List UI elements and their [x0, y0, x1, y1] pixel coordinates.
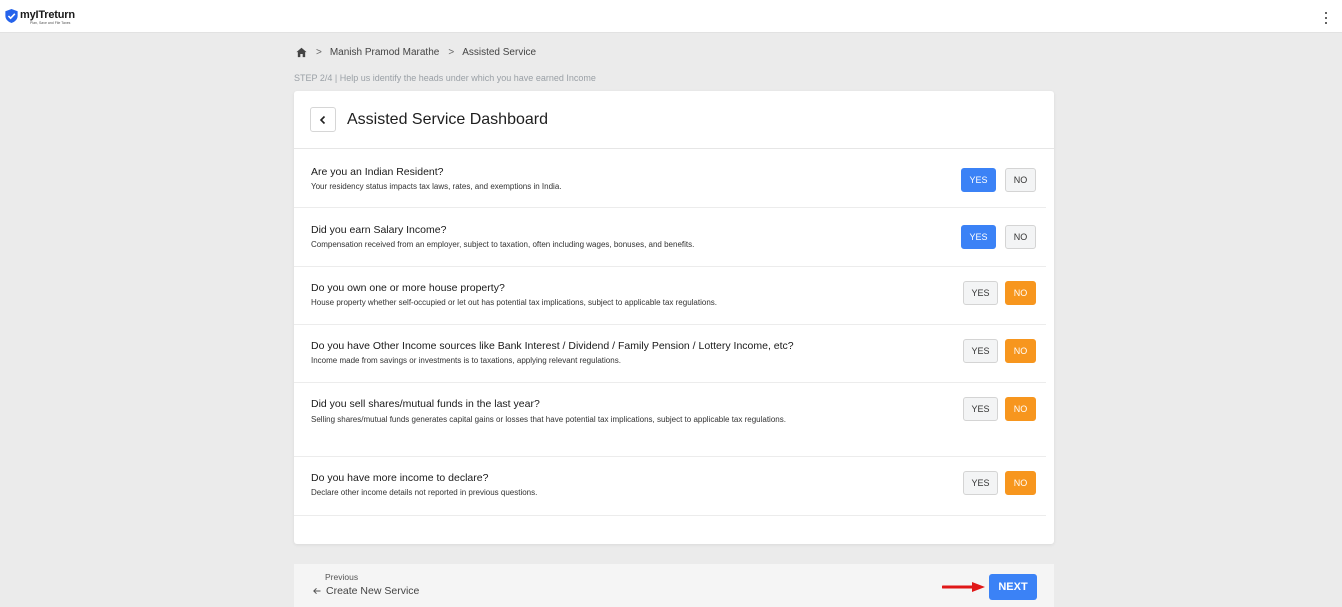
next-button[interactable]: NEXT [989, 574, 1037, 600]
question-title: Do you own one or more house property? [311, 282, 505, 294]
question-row-shares: Did you sell shares/mutual funds in the … [294, 383, 1046, 457]
kebab-menu-icon[interactable] [1324, 12, 1328, 24]
footer-bar: Previous Create New Service NEXT [294, 564, 1054, 607]
question-description: Your residency status impacts tax laws, … [311, 182, 562, 191]
question-description: Compensation received from an employer, … [311, 240, 695, 249]
yes-button[interactable]: YES [961, 225, 996, 249]
no-button[interactable]: NO [1005, 225, 1036, 249]
question-title: Do you have more income to declare? [311, 472, 489, 484]
question-row-more-income: Do you have more income to declare? Decl… [294, 457, 1046, 516]
question-title: Are you an Indian Resident? [311, 166, 444, 178]
previous-link[interactable]: Create New Service [313, 585, 419, 597]
question-title: Did you earn Salary Income? [311, 224, 447, 236]
back-button[interactable] [310, 107, 336, 132]
no-button[interactable]: NO [1005, 397, 1036, 421]
no-button[interactable]: NO [1005, 168, 1036, 192]
question-description: House property whether self-occupied or … [311, 298, 718, 307]
breadcrumb-item-current: Assisted Service [462, 47, 537, 58]
no-button[interactable]: NO [1005, 471, 1036, 495]
question-row-house-property: Do you own one or more house property? H… [294, 267, 1046, 325]
top-bar: myITreturn Plan, Save and File Taxes [0, 0, 1342, 33]
question-description: Selling shares/mutual funds generates ca… [311, 415, 786, 424]
shield-check-icon [5, 9, 18, 23]
card-header: Assisted Service Dashboard [294, 91, 1054, 149]
no-button[interactable]: NO [1005, 339, 1036, 363]
question-title: Do you have Other Income sources like Ba… [311, 340, 794, 352]
arrow-left-icon [313, 587, 321, 595]
home-icon[interactable] [296, 47, 307, 58]
no-button[interactable]: NO [1005, 281, 1036, 305]
yes-button[interactable]: YES [963, 397, 998, 421]
red-arrow-annotation [942, 582, 985, 592]
yes-button[interactable]: YES [961, 168, 996, 192]
breadcrumb-item-user[interactable]: Manish Pramod Marathe [330, 47, 440, 58]
breadcrumb: > Manish Pramod Marathe > Assisted Servi… [296, 47, 536, 58]
question-description: Declare other income details not reporte… [311, 488, 538, 497]
breadcrumb-separator: > [316, 47, 322, 58]
previous-link-label: Create New Service [326, 585, 420, 597]
step-indicator: STEP 2/4 | Help us identify the heads un… [294, 73, 596, 83]
breadcrumb-separator: > [448, 47, 455, 58]
logo-tagline: Plan, Save and File Taxes [30, 21, 71, 25]
question-row-other-income: Do you have Other Income sources like Ba… [294, 325, 1046, 383]
question-title: Did you sell shares/mutual funds in the … [311, 398, 540, 410]
logo-name: myITreturn [20, 9, 75, 21]
previous-label: Previous [325, 572, 359, 582]
chevron-left-icon [319, 115, 326, 124]
app-logo[interactable]: myITreturn Plan, Save and File Taxes [5, 9, 75, 25]
yes-button[interactable]: YES [963, 281, 998, 305]
questions-card: Assisted Service Dashboard Are you an In… [294, 91, 1054, 544]
yes-button[interactable]: YES [963, 339, 998, 363]
question-description: Income made from savings or investments … [311, 356, 621, 365]
question-row-resident: Are you an Indian Resident? Your residen… [294, 149, 1046, 208]
yes-button[interactable]: YES [963, 471, 998, 495]
question-row-salary: Did you earn Salary Income? Compensation… [294, 208, 1046, 267]
page-title: Assisted Service Dashboard [347, 111, 548, 128]
